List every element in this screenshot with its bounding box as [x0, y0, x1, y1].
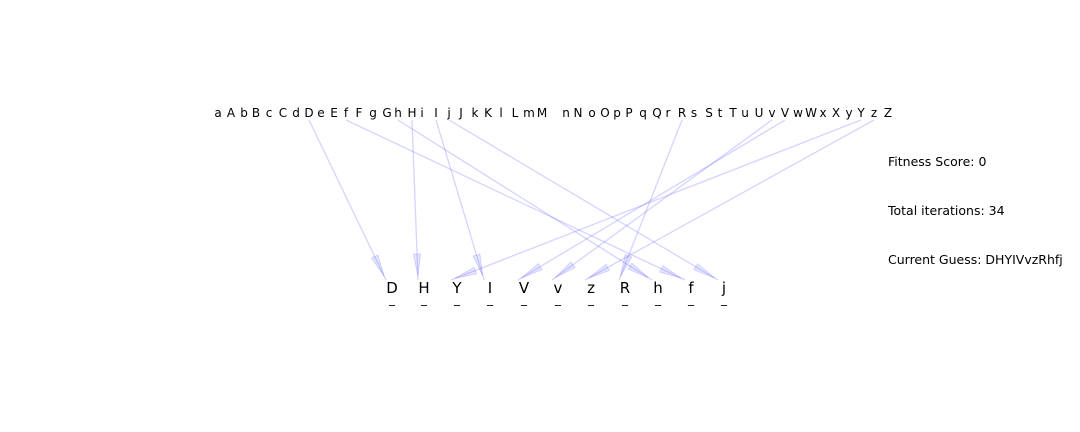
alphabet-letter-p: p [613, 106, 621, 120]
alphabet-letter-y: y [845, 106, 853, 120]
mapping-line-f [345, 119, 686, 281]
alphabet-letter-j: j [447, 106, 451, 120]
alphabet-letter-z: z [870, 106, 878, 120]
alphabet-letter-s: s [690, 106, 698, 120]
guess-slot-underscore: _ [521, 292, 527, 306]
mapping-arrowhead-h [627, 262, 649, 279]
mapping-arrowhead-Y [454, 266, 478, 279]
alphabet-letter-A: A [226, 106, 236, 120]
fitness-score-label: Fitness Score: 0 [888, 154, 987, 169]
guess-slot-underscore: _ [389, 292, 395, 306]
alphabet-letter-I: I [434, 106, 438, 120]
alphabet-letter-B: B [251, 106, 261, 120]
alphabet-letter-C: C [278, 106, 288, 120]
mapping-arrowhead-v [554, 261, 576, 279]
alphabet-letter-N: N [573, 106, 583, 120]
alphabet-letter-k: k [471, 106, 479, 120]
alphabet-letter-m: m [523, 106, 535, 120]
alphabet-letter-D: D [304, 106, 314, 120]
alphabet-letter-M: M [536, 106, 548, 120]
alphabet-letter-i: i [420, 106, 424, 120]
mapping-line-h [397, 119, 653, 281]
alphabet-letter-c: c [265, 106, 273, 120]
alphabet-letter-o: o [588, 106, 596, 120]
alphabet-letter-K: K [484, 106, 492, 120]
alphabet-letter-x: x [819, 106, 827, 120]
alphabet-letter-X: X [831, 106, 841, 120]
alphabet-letter-L: L [511, 106, 519, 120]
alphabet-letter-R: R [677, 106, 687, 120]
alphabet-letter-Q: Q [652, 106, 662, 120]
alphabet-letter-G: G [382, 106, 392, 120]
alphabet-letter-H: H [407, 106, 417, 120]
alphabet-letter-q: q [639, 106, 647, 120]
alphabet-letter-Z: Z [883, 106, 893, 120]
alphabet-letter-n: n [562, 106, 570, 120]
mapping-arrowhead-j [693, 263, 715, 279]
guess-slot-underscore: _ [588, 292, 594, 306]
alphabet-letter-l: l [499, 106, 503, 120]
guess-slot-underscore: _ [487, 292, 493, 306]
alphabet-letter-E: E [330, 106, 338, 120]
guess-slot-underscore: _ [555, 292, 561, 306]
alphabet-letter-r: r [665, 106, 671, 120]
alphabet-letter-U: U [754, 106, 764, 120]
mapping-line-v [551, 119, 773, 281]
alphabet-letter-d: d [292, 106, 300, 120]
guess-slot-underscore: _ [655, 292, 661, 306]
guess-slot-underscore: _ [421, 292, 427, 306]
diagram-canvas: aAbBcCdDeEfFgGhHiIjJkKlLmMnNoOpPqQrRsStT… [0, 0, 1080, 432]
alphabet-letter-P: P [625, 106, 633, 120]
alphabet-letter-f: f [343, 106, 349, 120]
current-guess-label: Current Guess: DHYIVvzRhfj [888, 252, 1063, 267]
mapping-arrowhead-f [659, 265, 682, 279]
mapping-line-D [308, 119, 387, 281]
guess-slot-underscore: _ [622, 292, 628, 306]
alphabet-letter-g: g [369, 106, 377, 120]
mapping-line-j [448, 119, 719, 281]
alphabet-letter-b: b [240, 106, 248, 120]
alphabet-letter-h: h [394, 106, 402, 120]
mapping-arrowhead-V [521, 263, 543, 279]
alphabet-letter-O: O [600, 106, 610, 120]
mapping-line-V [517, 119, 786, 281]
alphabet-letter-v: v [768, 106, 776, 120]
alphabet-letter-J: J [459, 106, 463, 120]
alphabet-letter-t: t [717, 106, 723, 120]
guess-slot-underscore: _ [454, 292, 460, 306]
mapping-arrowhead-z [588, 263, 611, 279]
alphabet-letter-S: S [705, 106, 713, 120]
alphabet-letter-T: T [729, 106, 737, 120]
alphabet-letter-V: V [780, 106, 790, 120]
alphabet-letter-W: W [805, 106, 817, 120]
alphabet-letter-F: F [355, 106, 363, 120]
mapping-arrowhead-D [370, 254, 385, 277]
guess-slot-underscore: _ [721, 292, 727, 306]
total-iterations-label: Total iterations: 34 [888, 203, 1005, 218]
mapping-arrowhead-H [413, 253, 421, 277]
alphabet-letter-w: w [793, 106, 803, 120]
guess-slot-underscore: _ [688, 292, 694, 306]
alphabet-letter-u: u [741, 106, 749, 120]
alphabet-letter-a: a [214, 106, 222, 120]
alphabet-letter-e: e [317, 106, 325, 120]
alphabet-letter-Y: Y [857, 106, 865, 120]
mapping-line-Y [450, 119, 862, 281]
